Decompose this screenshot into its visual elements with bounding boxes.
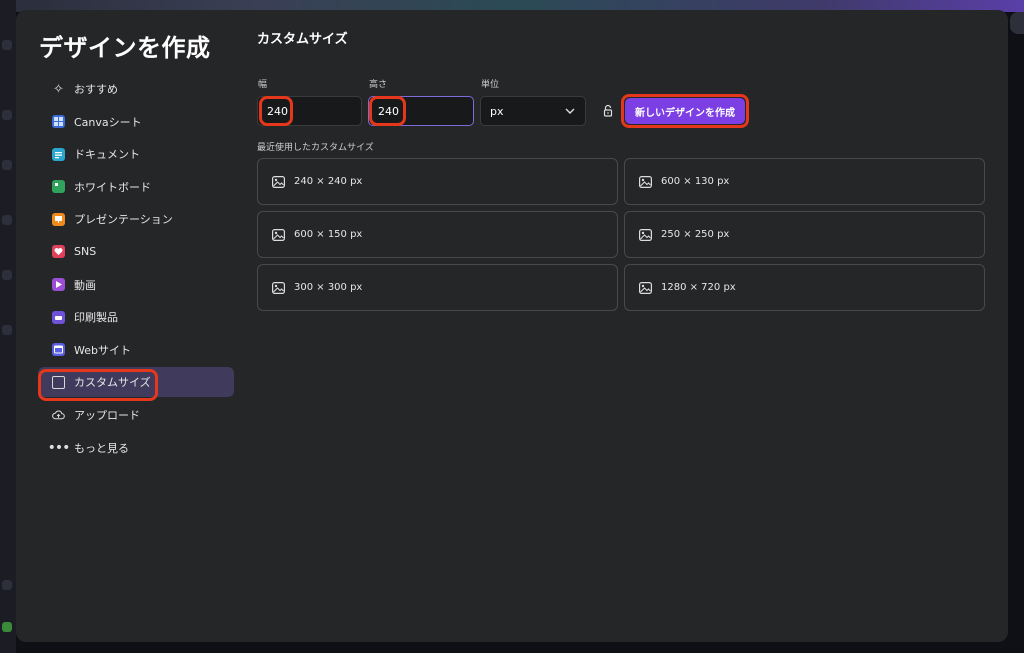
unit-select[interactable]: px — [480, 96, 586, 126]
sidebar-item-presentation[interactable]: プレゼンテーション — [38, 204, 234, 234]
width-label: 幅 — [258, 80, 268, 90]
unit-selected-value: px — [490, 104, 504, 118]
background-app-sidebar — [0, 0, 16, 653]
section-title: カスタムサイズ — [257, 32, 348, 47]
recent-sizes-label: 最近使用したカスタムサイズ — [257, 143, 374, 153]
recent-size-label: 1280 × 720 px — [661, 282, 736, 293]
sidebar-item-label: ドキュメント — [74, 148, 140, 162]
sidebar-item-label: Webサイト — [74, 343, 131, 357]
modal-title: デザインを作成 — [39, 34, 211, 62]
recent-size-label: 600 × 130 px — [661, 176, 730, 187]
height-label: 高さ — [369, 80, 388, 90]
recent-size-label: 240 × 240 px — [294, 176, 363, 187]
background-icon — [2, 160, 12, 170]
image-icon — [639, 175, 652, 188]
doc-icon — [52, 147, 65, 161]
sidebar-item-print[interactable]: 印刷製品 — [38, 302, 234, 332]
sidebar-item-label: Canvaシート — [74, 115, 142, 129]
more-dots-icon: ••• — [47, 439, 71, 456]
upload-cloud-icon — [52, 408, 65, 421]
height-input[interactable] — [378, 104, 473, 118]
image-icon — [272, 281, 285, 294]
background-icon — [2, 215, 12, 225]
recent-size-card[interactable]: 250 × 250 px — [624, 211, 985, 258]
sidebar-item-video[interactable]: 動画 — [38, 270, 234, 300]
image-icon — [639, 281, 652, 294]
create-design-modal: デザインを作成 ✧ おすすめ Canvaシート ドキュメント ホワイトボード プ… — [16, 10, 1008, 642]
recent-size-label: 300 × 300 px — [294, 282, 363, 293]
modal-sidebar: デザインを作成 ✧ おすすめ Canvaシート ドキュメント ホワイトボード プ… — [16, 10, 246, 642]
sidebar-item-label: おすすめ — [74, 83, 118, 96]
sidebar-item-label: アップロード — [74, 408, 140, 422]
sheet-icon — [52, 115, 65, 129]
print-icon — [52, 310, 65, 324]
custom-size-icon — [52, 375, 65, 389]
sidebar-item-label: もっと見る — [74, 441, 129, 455]
presentation-icon — [52, 212, 65, 226]
image-icon — [272, 175, 285, 188]
sidebar-item-more[interactable]: ••• もっと見る — [38, 433, 234, 463]
sidebar-item-label: ホワイトボード — [74, 180, 151, 194]
recent-size-label: 600 × 150 px — [294, 229, 363, 240]
sidebar-item-website[interactable]: Webサイト — [38, 335, 234, 365]
width-input[interactable] — [267, 104, 361, 118]
sidebar-item-sns[interactable]: SNS — [38, 237, 234, 267]
recent-size-card[interactable]: 1280 × 720 px — [624, 264, 985, 311]
recent-size-card[interactable]: 600 × 150 px — [257, 211, 618, 258]
image-icon — [272, 228, 285, 241]
video-icon — [52, 278, 65, 292]
sidebar-item-label: プレゼンテーション — [74, 213, 173, 227]
recent-size-card[interactable]: 300 × 300 px — [257, 264, 618, 311]
sidebar-item-canva-sheets[interactable]: Canvaシート — [38, 107, 234, 137]
background-icon — [2, 325, 12, 335]
create-new-design-button[interactable]: 新しいデザインを作成 — [625, 98, 745, 124]
background-icon — [2, 110, 12, 120]
custom-size-panel: カスタムサイズ 幅 高さ 単位 px 新しいデザインを作成 最近使用したカスタム… — [257, 10, 1008, 642]
width-field[interactable] — [257, 96, 362, 126]
recent-size-card[interactable]: 600 × 130 px — [624, 158, 985, 205]
website-icon — [52, 343, 65, 357]
whiteboard-icon — [52, 180, 65, 194]
chevron-down-icon — [565, 108, 575, 114]
sidebar-item-upload[interactable]: アップロード — [38, 400, 234, 430]
unit-label: 単位 — [481, 80, 500, 90]
sidebar-item-whiteboard[interactable]: ホワイトボード — [38, 172, 234, 202]
height-field[interactable] — [368, 96, 474, 126]
recent-size-label: 250 × 250 px — [661, 229, 730, 240]
sidebar-item-label: SNS — [74, 245, 97, 259]
sidebar-item-docs[interactable]: ドキュメント — [38, 139, 234, 169]
sparkle-icon: ✧ — [53, 81, 64, 97]
sidebar-item-custom-size[interactable]: カスタムサイズ — [38, 367, 234, 398]
heart-icon — [52, 245, 65, 259]
lock-icon[interactable] — [602, 104, 614, 118]
sidebar-item-label: 印刷製品 — [74, 311, 118, 325]
image-icon — [639, 228, 652, 241]
sidebar-item-recommended[interactable]: ✧ おすすめ — [38, 74, 234, 104]
recent-size-card[interactable]: 240 × 240 px — [257, 158, 618, 205]
sidebar-item-label: カスタムサイズ — [74, 376, 151, 390]
sidebar-menu: ✧ おすすめ Canvaシート ドキュメント ホワイトボード プレゼンテーション… — [38, 74, 234, 465]
background-icon — [2, 622, 12, 632]
background-icon — [2, 40, 12, 50]
background-icon — [2, 580, 12, 590]
sidebar-item-label: 動画 — [74, 278, 96, 292]
background-icon — [2, 270, 12, 280]
background-close-button[interactable] — [1010, 12, 1024, 34]
